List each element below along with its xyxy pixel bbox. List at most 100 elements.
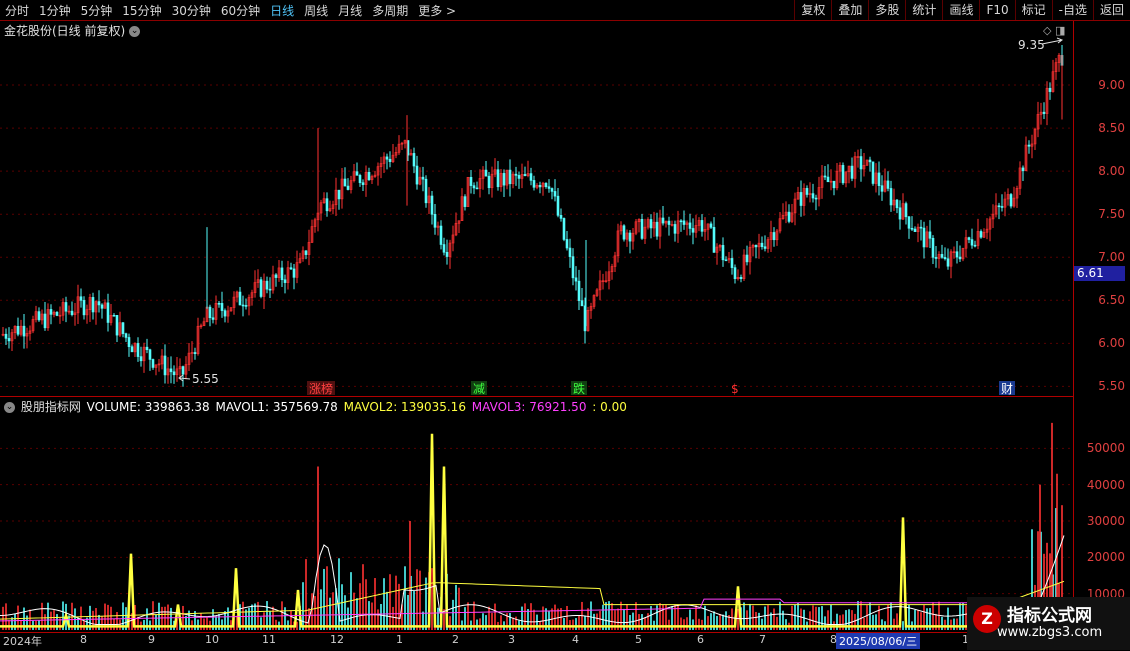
candle-body: [7, 338, 11, 342]
extra-value: : 0.00: [592, 400, 627, 414]
candle-body: [571, 256, 575, 279]
candle-body: [289, 267, 293, 270]
candle-body: [151, 359, 155, 368]
watermark: Z 指标公式网 www.zbgs3.com: [967, 597, 1130, 650]
mavol3-value: MAVOL3: 76921.50: [471, 400, 587, 414]
event-tag: $: [731, 382, 739, 396]
candle-body: [733, 267, 737, 279]
candle-body: [904, 203, 908, 218]
y-axis: 9.00 8.50 8.00 7.50 7.00 6.50 6.00 5.50 50000 400…: [1073, 21, 1130, 632]
candle-body: [889, 188, 893, 206]
candle-body: [193, 352, 197, 354]
candle-body: [385, 156, 389, 160]
candle-body: [433, 214, 437, 228]
candle-body: [763, 246, 767, 249]
candle-body: [565, 239, 569, 249]
candle-body: [355, 171, 359, 176]
candle-body: [388, 158, 392, 162]
x-axis: 2024年 2025/08/06/三 891011121234567810: [0, 632, 1073, 651]
x-axis-month: 12: [330, 633, 344, 646]
candle-body: [211, 317, 215, 320]
x-axis-month: 8: [830, 633, 837, 646]
low-arrow: [178, 374, 191, 382]
candle-body: [469, 176, 473, 186]
candle-body: [244, 305, 248, 307]
candle-body: [667, 220, 671, 225]
high-arrow: [1041, 37, 1064, 45]
price-tick-label: 6.00: [1098, 336, 1125, 351]
price-tick-label: 5.50: [1098, 379, 1125, 394]
candle-body: [970, 239, 974, 246]
panel-divider: [0, 396, 1073, 397]
candle-body: [979, 231, 983, 238]
indicator-legend: ⌄ 股朋指标网 VOLUME: 339863.38 MAVOL1: 357569…: [4, 398, 629, 415]
candle-body: [412, 153, 416, 167]
candle-body: [922, 227, 926, 248]
price-tick-label: 8.00: [1098, 164, 1125, 179]
candle-body: [649, 219, 653, 229]
candle-body: [1048, 87, 1052, 92]
candle-body: [538, 184, 542, 188]
candle-body: [139, 356, 143, 362]
volume-tick-label: 50000: [1086, 441, 1125, 456]
candle-body: [730, 258, 734, 268]
candle-body: [640, 219, 644, 239]
candle-body: [136, 343, 140, 357]
candle-body: [682, 220, 686, 225]
event-tag: 减: [473, 382, 485, 396]
x-axis-month: 3: [508, 633, 515, 646]
candle-body: [121, 322, 125, 334]
candle-body: [16, 325, 20, 335]
candle-body: [445, 251, 449, 257]
watermark-url: www.zbgs3.com: [997, 625, 1103, 640]
mavol2-value: MAVOL2: 139035.16: [343, 400, 466, 414]
candle-body: [679, 220, 683, 223]
toolbar-button-8[interactable]: 返回: [1092, 0, 1130, 20]
candle-body: [508, 169, 512, 185]
candle-body: [37, 311, 41, 321]
candle-body: [958, 256, 962, 260]
candle-body: [97, 301, 101, 306]
x-axis-month: 9: [148, 633, 155, 646]
volume-tick-label: 30000: [1086, 514, 1125, 528]
indicator-name: 股朋指标网: [20, 400, 81, 414]
candle-body: [562, 218, 566, 240]
candle-body: [550, 188, 554, 192]
candle-body: [283, 279, 287, 283]
candle-body: [358, 175, 362, 183]
event-tag: 跌: [573, 381, 585, 396]
candle-body: [115, 315, 119, 336]
candle-body: [484, 169, 488, 177]
x-axis-month: 1: [396, 633, 403, 646]
candle-body: [415, 165, 419, 185]
candle-body: [274, 274, 278, 278]
x-axis-month: 10: [205, 633, 219, 646]
candle-body: [832, 180, 836, 189]
candle-body: [895, 199, 899, 209]
candle-body: [100, 304, 104, 309]
volume-value: VOLUME: 339863.38: [86, 400, 210, 414]
candle-body: [55, 311, 59, 316]
candle-body: [931, 237, 935, 258]
candle-body: [361, 182, 365, 185]
candle-body: [268, 288, 272, 291]
candle-body: [79, 296, 83, 301]
candle-body: [814, 197, 818, 200]
candle-body: [124, 333, 128, 338]
price-tick-label: 6.50: [1098, 293, 1125, 308]
candle-body: [754, 244, 758, 248]
candle-body: [4, 333, 8, 339]
candle-body: [106, 302, 110, 323]
candle-body: [220, 303, 224, 311]
candle-body: [811, 193, 815, 199]
candle-body: [877, 172, 881, 186]
candle-body: [442, 244, 446, 253]
indicator-chevron-icon[interactable]: ⌄: [4, 402, 15, 413]
candle-body: [805, 188, 809, 195]
candle-body: [82, 300, 86, 316]
candle-body: [700, 220, 704, 232]
candle-body: [997, 205, 1001, 208]
candle-body: [1009, 194, 1013, 207]
candle-body: [49, 309, 53, 315]
candle-body: [475, 187, 479, 190]
